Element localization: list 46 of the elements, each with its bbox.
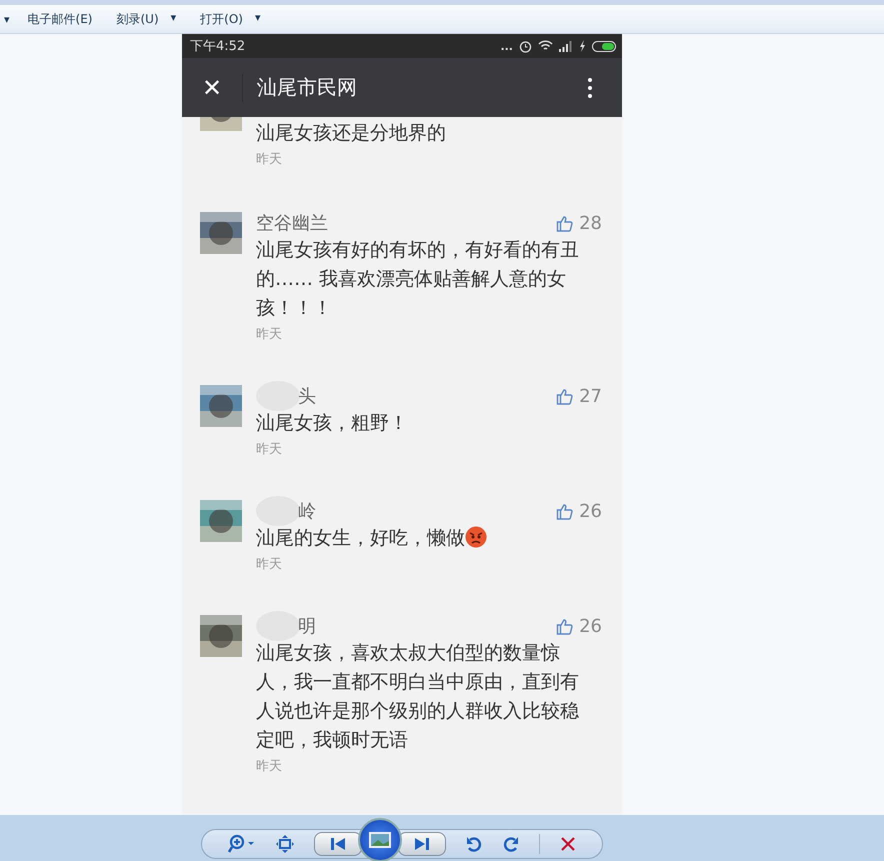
like-count: 26 (579, 500, 602, 522)
zoom-icon[interactable] (228, 834, 256, 854)
comment-text: 汕尾女孩有好的有坏的，有好看的有丑的…… 我喜欢漂亮体贴善解人意的女孩！！！ (256, 239, 579, 319)
caret-icon[interactable]: ▾ (0, 12, 14, 26)
previous-button[interactable] (314, 832, 362, 856)
comment-time: 昨天 (256, 441, 283, 458)
thumbs-up-icon[interactable] (556, 502, 574, 520)
signal-icon (559, 40, 573, 52)
comment-text: 汕尾女孩还是分地界的 (256, 122, 446, 144)
thumbs-up-icon[interactable] (556, 214, 574, 232)
image-icon (369, 832, 392, 848)
rotate-right-icon[interactable] (502, 835, 519, 853)
user-name: 明 (298, 615, 316, 638)
fit-window-icon[interactable] (276, 835, 294, 853)
rotate-left-icon[interactable] (466, 835, 482, 853)
user-name: 岭 (298, 500, 316, 523)
thumbs-up-icon[interactable] (556, 388, 574, 404)
menu-item[interactable]: 刻录(U) ▾ (106, 10, 186, 28)
status-time: 下午4:52 (190, 38, 246, 55)
page-title: 汕尾市民网 (257, 74, 358, 101)
menu-item[interactable]: 电子邮件(E) (18, 10, 102, 28)
next-button[interactable] (398, 832, 446, 856)
menu-item[interactable]: 打开(O) ▾ (190, 10, 271, 28)
previous-icon (330, 837, 346, 851)
wifi-icon (538, 40, 553, 52)
user-name: 头 (298, 385, 316, 408)
alarm-icon (519, 40, 532, 52)
like-count: 28 (579, 212, 602, 234)
user-name: 空谷幽兰 (256, 212, 328, 235)
comment-text: 汕尾女孩，喜欢太叔大伯型的数量惊人，我一直都不明白当中原由，直到有人说也许是那个级别的人群收入比较稳定吧，我顿时无语 (256, 642, 579, 751)
comment-time: 昨天 (256, 151, 283, 168)
comment-text: 汕尾的女生，好吃，懒做 (256, 527, 465, 549)
comment-time: 昨天 (256, 326, 283, 343)
comment-time: 昨天 (256, 758, 283, 775)
close-button[interactable]: ✕ (182, 72, 242, 102)
delete-icon[interactable] (560, 836, 576, 852)
thumbs-up-icon[interactable] (556, 618, 574, 634)
like-count: 26 (579, 616, 602, 636)
comment-time: 昨天 (256, 556, 283, 573)
status-dots: ... (500, 40, 513, 52)
slideshow-button[interactable] (358, 818, 402, 861)
like-count: 27 (579, 386, 602, 406)
charging-icon (579, 40, 586, 52)
next-icon (414, 837, 430, 851)
comment-text: 汕尾女孩，粗野！ (256, 412, 408, 434)
battery-icon (592, 40, 616, 52)
